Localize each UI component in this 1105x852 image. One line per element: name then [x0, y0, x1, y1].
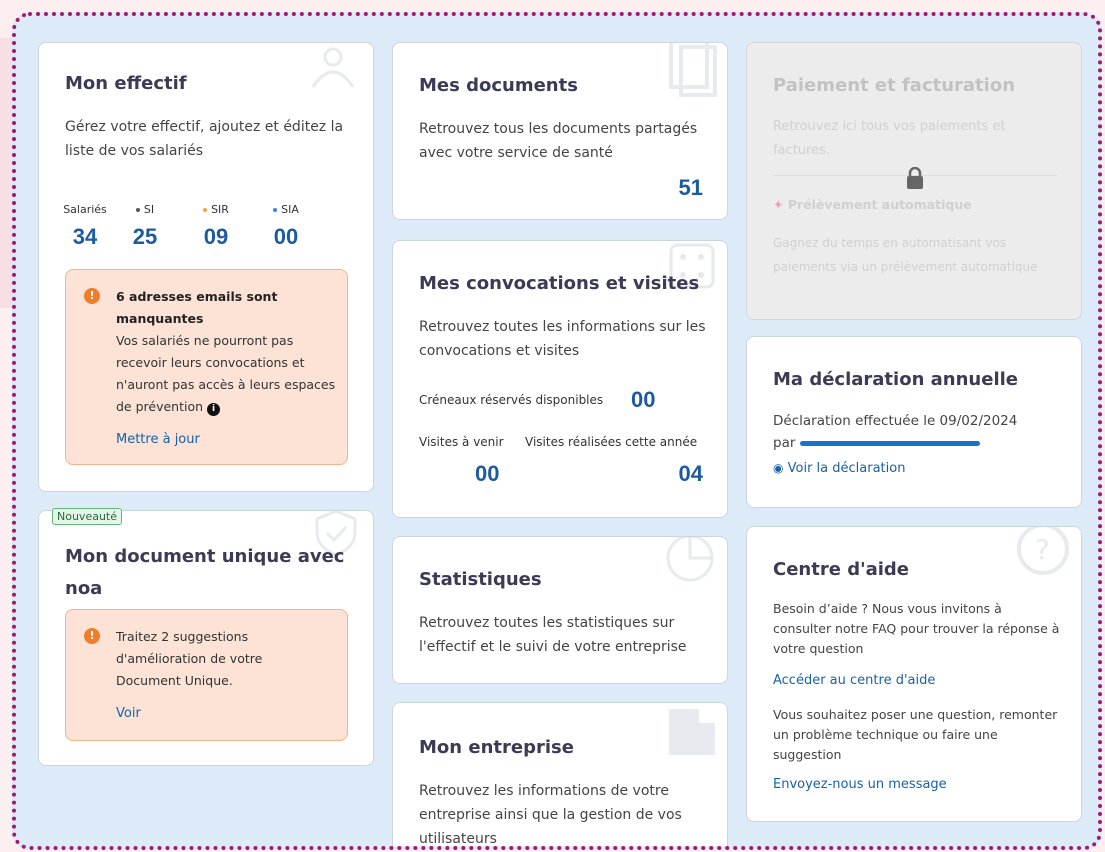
sparkle-icon: ✦ — [773, 197, 784, 212]
slots-value: 00 — [631, 387, 656, 412]
card-description: Retrouvez toutes les informations sur le… — [419, 319, 706, 359]
stat-label: SIR — [211, 203, 229, 216]
warning-icon: ! — [84, 628, 100, 644]
alert-body: Vos salariés ne pourront pas recevoir le… — [116, 333, 336, 414]
dot-sia — [273, 208, 278, 212]
card-document-unique[interactable]: Mon document unique avec noa ! Traitez 2… — [38, 510, 374, 766]
view-link[interactable]: Voir — [116, 706, 141, 721]
stat-value: 09 — [203, 224, 229, 249]
card-title: Mon effectif — [65, 73, 187, 94]
stat-label: SI — [143, 203, 155, 216]
card-title: Mon entreprise — [419, 737, 574, 758]
card-statistiques[interactable]: Statistiques Retrouvez toutes les statis… — [392, 536, 728, 684]
building-deco-icon — [669, 709, 715, 755]
card-paiement: Paiement et facturation Retrouvez ici to… — [746, 42, 1082, 320]
update-link[interactable]: Mettre à jour — [116, 432, 200, 447]
redacted-email — [799, 440, 980, 446]
view-declaration-link[interactable]: Voir la déclaration — [788, 461, 906, 476]
card-description: Retrouvez ici tous vos paiements et fact… — [773, 119, 1006, 158]
missing-emails-alert: ! 6 adresses emails sont manquantes Vos … — [65, 269, 348, 465]
new-badge: Nouveauté — [52, 508, 123, 525]
stat-salaries: Salariés 34 — [61, 203, 109, 250]
eye-icon: ◉ — [773, 461, 784, 475]
card-entreprise[interactable]: Mon entreprise Retrouvez les information… — [392, 702, 728, 847]
stat-si: SI 25 — [123, 203, 167, 250]
done-value: 04 — [678, 461, 703, 486]
card-title: Paiement et facturation — [773, 75, 1016, 96]
sub-title: Prélèvement automatique — [787, 197, 972, 212]
contact-description: Vous souhaitez poser une question, remon… — [773, 707, 1058, 762]
svg-text:?: ? — [1035, 533, 1050, 566]
stat-label: SIA — [281, 203, 299, 216]
stat-value: 25 — [132, 224, 158, 249]
card-title: Ma déclaration annuelle — [773, 369, 1018, 390]
document-deco-icon — [669, 43, 717, 97]
documents-count: 51 — [678, 175, 703, 200]
stat-label: Salariés — [63, 203, 107, 216]
warning-icon: ! — [84, 288, 100, 304]
card-title: Mes convocations et visites — [419, 273, 700, 294]
pie-deco-icon — [666, 537, 714, 582]
card-title: Mon document unique avec noa — [65, 546, 345, 599]
card-documents[interactable]: Mes documents Retrouvez tous les documen… — [392, 42, 728, 220]
card-description: Retrouvez les informations de votre entr… — [419, 783, 682, 847]
stat-value: 00 — [273, 224, 299, 249]
info-icon[interactable]: i — [207, 403, 221, 416]
card-aide[interactable]: ? Centre d'aide Besoin d’aide ? Nous vou… — [746, 526, 1082, 822]
dot-si — [135, 208, 140, 212]
slots-label: Créneaux réservés disponibles — [419, 393, 604, 407]
card-title: Statistiques — [419, 569, 542, 590]
upcoming-label: Visites à venir — [419, 435, 504, 449]
suggestions-alert: ! Traitez 2 suggestions d'amélioration d… — [65, 609, 348, 741]
dashboard-frame: Mon effectif Gérez votre effectif, ajout… — [12, 12, 1102, 850]
card-title: Mes documents — [419, 75, 578, 96]
declaration-by: par — [773, 435, 796, 451]
send-message-link[interactable]: Envoyez-nous un message — [773, 777, 947, 792]
alert-title: 6 adresses emails sont manquantes — [116, 289, 278, 326]
card-description: Besoin d’aide ? Nous vous invitons à con… — [773, 601, 1060, 656]
help-center-link[interactable]: Accéder au centre d'aide — [773, 673, 935, 688]
people-deco-icon — [311, 47, 355, 88]
alert-body: Traitez 2 suggestions d'amélioration de … — [116, 629, 263, 688]
card-effectif[interactable]: Mon effectif Gérez votre effectif, ajout… — [38, 42, 374, 492]
card-description: Retrouvez toutes les statistiques sur l'… — [419, 615, 687, 655]
lock-icon — [907, 167, 923, 189]
question-deco-icon: ? — [1017, 527, 1069, 575]
upcoming-value: 00 — [475, 461, 500, 486]
sub-description: Gagnez du temps en automatisant vos paie… — [773, 236, 1038, 274]
stat-sia: SIA 00 — [261, 203, 311, 250]
card-title: Centre d'aide — [773, 559, 909, 580]
card-declaration[interactable]: Ma déclaration annuelle Déclaration effe… — [746, 336, 1082, 508]
card-description: Retrouvez tous les documents partagés av… — [419, 121, 698, 161]
declaration-date: Déclaration effectuée le 09/02/2024 — [773, 413, 1018, 429]
dot-sir — [203, 208, 208, 212]
stat-sir: SIR 09 — [191, 203, 241, 250]
card-description: Gérez votre effectif, ajoutez et éditez … — [65, 119, 344, 159]
stat-value: 34 — [72, 224, 98, 249]
done-label: Visites réalisées cette année — [525, 435, 698, 449]
card-convocations[interactable]: Mes convocations et visites Retrouvez to… — [392, 240, 728, 518]
